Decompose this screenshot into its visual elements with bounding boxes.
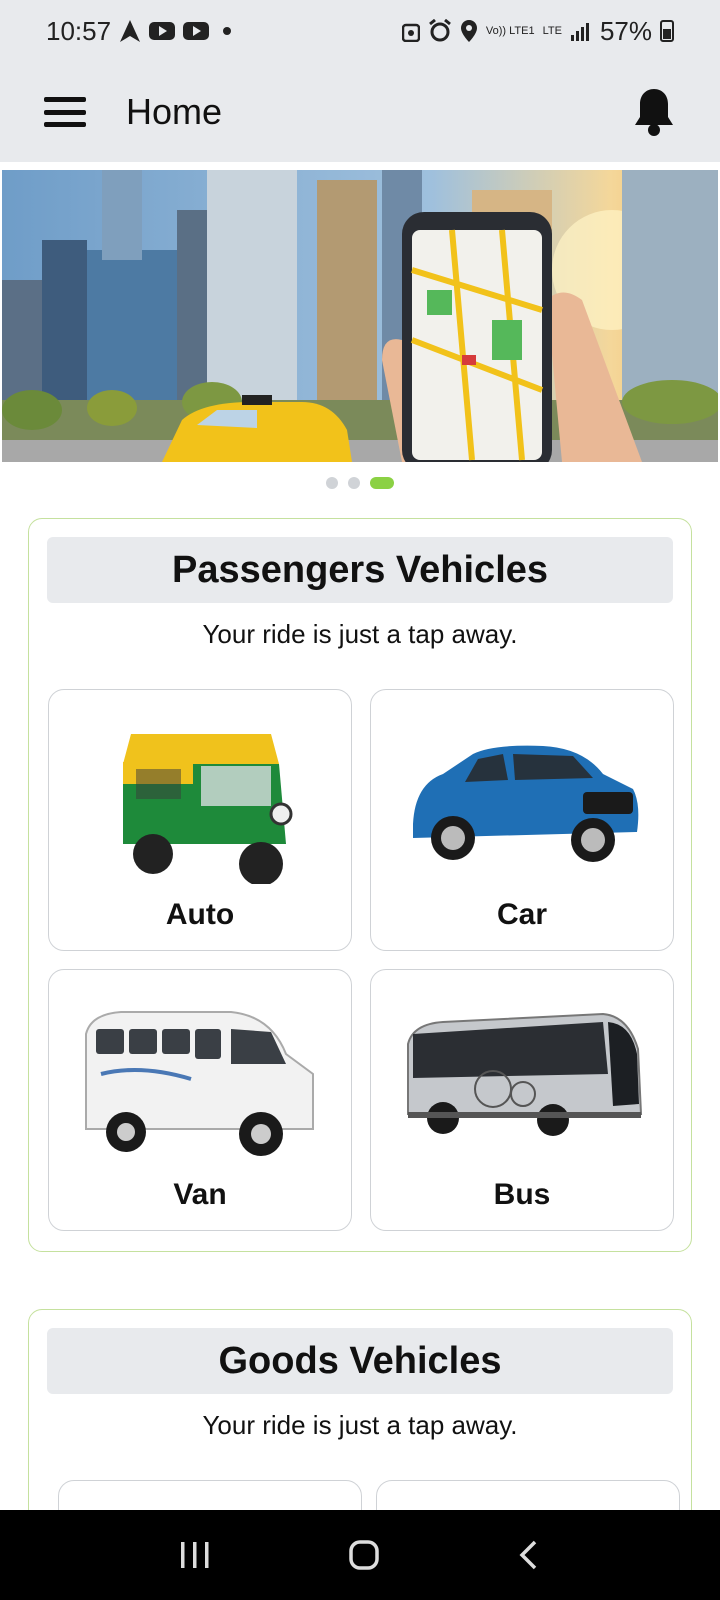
passenger-section-title: Passengers Vehicles (47, 537, 673, 603)
auto-rickshaw-image (123, 734, 293, 884)
youtube-icon (149, 22, 176, 40)
home-icon[interactable] (348, 1539, 380, 1571)
vehicle-tile-bus[interactable]: Bus (370, 969, 674, 1231)
banner-pagination[interactable] (0, 477, 720, 489)
goods-section-title: Goods Vehicles (47, 1328, 673, 1394)
promo-banner[interactable] (2, 170, 718, 462)
vehicle-label-auto: Auto (165, 898, 235, 931)
status-right: Vo)) LTE1 LTE 57% (401, 15, 674, 47)
vehicle-tile-auto[interactable]: Auto (48, 689, 352, 951)
battery-icon (660, 20, 674, 42)
banner-dot-1[interactable] (326, 477, 338, 489)
passenger-section-subtitle: Your ride is just a tap away. (202, 619, 518, 649)
navigation-icon (120, 20, 141, 42)
alarm-icon (428, 19, 451, 42)
passenger-vehicles-section: Passengers Vehicles Your ride is just a … (28, 518, 692, 1252)
volte-indicator: Vo)) LTE1 (485, 24, 535, 37)
lte-indicator: LTE (542, 24, 562, 37)
vehicle-label-van: Van (173, 1178, 227, 1211)
location-icon (460, 20, 477, 42)
status-left: 10:57 (46, 15, 232, 47)
back-icon[interactable] (517, 1539, 541, 1571)
goods-section-subtitle: Your ride is just a tap away. (202, 1410, 518, 1440)
recent-apps-icon[interactable] (179, 1540, 211, 1570)
car-image (413, 745, 639, 862)
banner-image (2, 170, 718, 462)
more-notifications-dot (223, 27, 232, 35)
vehicle-tile-car[interactable]: Car (370, 689, 674, 951)
battery-percent: 57% (599, 15, 652, 46)
vehicle-label-bus: Bus (493, 1178, 551, 1211)
lock-icon (401, 23, 420, 42)
signal-icon (570, 23, 589, 41)
status-bar: 10:57 Vo)) LTE1 LTE 57% (0, 0, 720, 62)
notification-bell-icon[interactable] (632, 87, 676, 137)
van-image (85, 1011, 314, 1156)
app-bar: Home (0, 62, 720, 162)
vehicle-label-car: Car (496, 898, 548, 931)
system-navigation-bar (0, 1510, 720, 1600)
vehicle-tile-van[interactable]: Van (48, 969, 352, 1231)
page-title: Home (126, 91, 223, 132)
bus-image (407, 1012, 643, 1136)
youtube-icon-2 (183, 22, 210, 40)
status-time: 10:57 (46, 15, 112, 46)
banner-dot-2[interactable] (348, 477, 360, 489)
hamburger-menu-icon[interactable] (44, 97, 86, 127)
banner-dot-3-active[interactable] (370, 477, 394, 489)
